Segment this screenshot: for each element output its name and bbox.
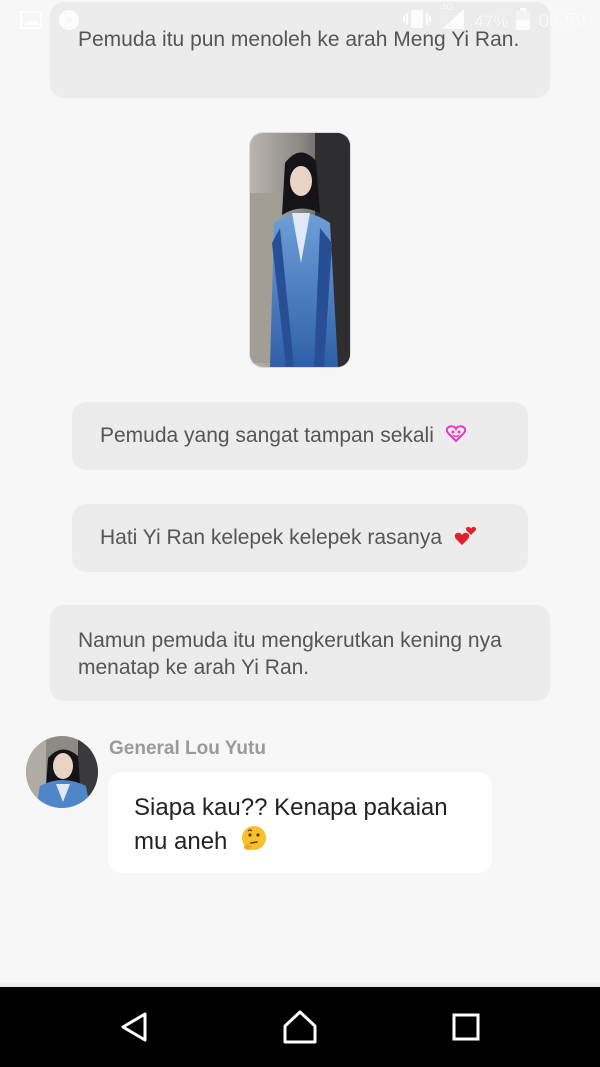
heart-eyes-icon bbox=[445, 423, 466, 450]
narration-bubble: Pemuda yang sangat tampan sekali bbox=[72, 402, 528, 470]
narration-text: Hati Yi Ran kelepek kelepek rasanya bbox=[100, 526, 443, 550]
avatar[interactable] bbox=[26, 736, 98, 808]
recents-icon bbox=[452, 1013, 480, 1041]
thinking-face-icon bbox=[240, 824, 268, 861]
photo-icon bbox=[250, 133, 350, 367]
character-message-text: Siapa kau?? Kenapa pakaian mu aneh bbox=[134, 794, 448, 855]
back-icon bbox=[121, 1012, 147, 1042]
character-message-bubble: Siapa kau?? Kenapa pakaian mu aneh bbox=[108, 772, 492, 873]
chat-screen[interactable]: Pemuda itu pun menoleh ke arah Meng Yi R… bbox=[0, 0, 600, 987]
home-icon bbox=[283, 1010, 317, 1044]
narration-text: Namun pemuda itu mengkerutkan kening nya… bbox=[78, 629, 502, 679]
recents-button[interactable] bbox=[438, 999, 494, 1055]
two-hearts-icon bbox=[454, 524, 478, 553]
narration-bubble: Pemuda itu pun menoleh ke arah Meng Yi R… bbox=[50, 2, 550, 98]
narration-bubble: Namun pemuda itu mengkerutkan kening nya… bbox=[50, 605, 550, 701]
back-button[interactable] bbox=[106, 999, 162, 1055]
narration-text: Pemuda yang sangat tampan sekali bbox=[100, 424, 434, 447]
character-name: General Lou Yutu bbox=[109, 738, 266, 759]
home-button[interactable] bbox=[272, 999, 328, 1055]
narration-bubble: Hati Yi Ran kelepek kelepek rasanya bbox=[72, 504, 528, 572]
navigation-bar bbox=[0, 987, 600, 1067]
narration-text: Pemuda itu pun menoleh ke arah Meng Yi R… bbox=[78, 28, 520, 51]
story-image[interactable] bbox=[249, 132, 351, 368]
